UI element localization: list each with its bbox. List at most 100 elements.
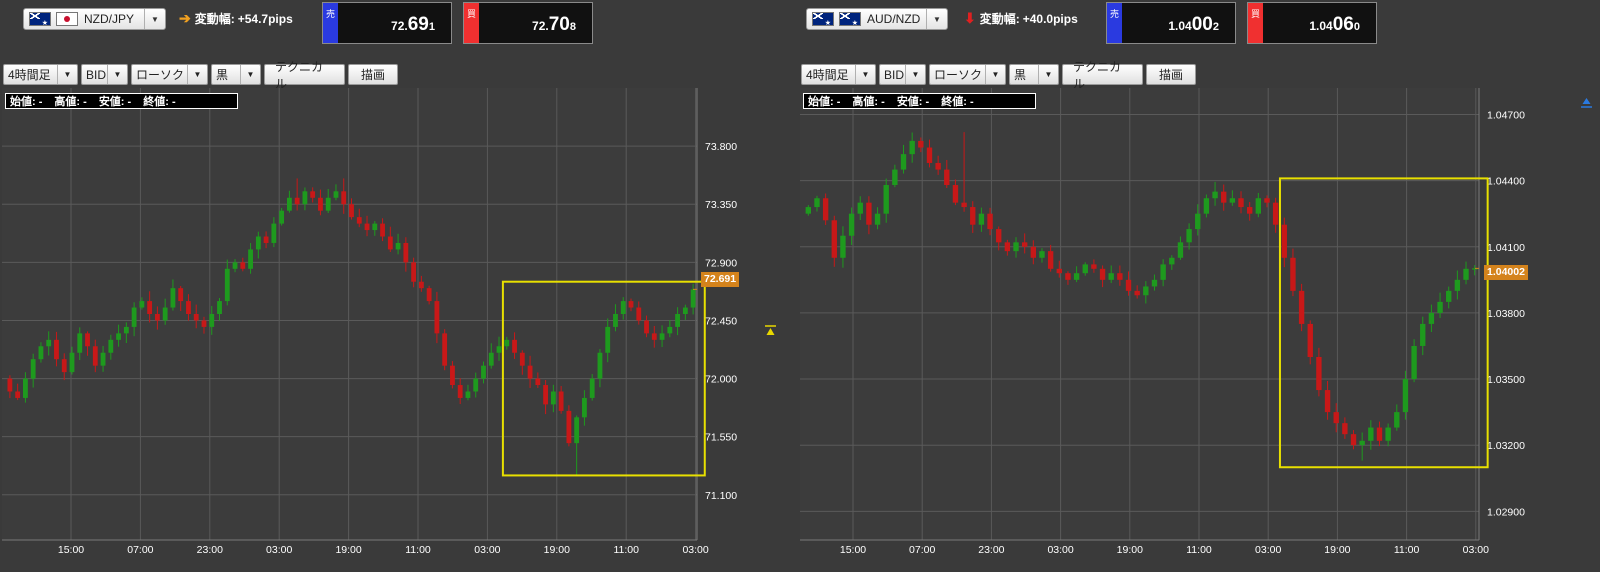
open-readout: 始値: - bbox=[10, 96, 43, 108]
chart-type-select[interactable]: ローソク ▼ bbox=[929, 64, 1006, 85]
chart-type-select[interactable]: ローソク ▼ bbox=[131, 64, 208, 85]
chart-panel-audnzd: AUD/NZD ▼ ⬇ 変動幅: +40.0pips 売 1.04002 買 1… bbox=[798, 0, 1600, 572]
down-candle bbox=[566, 405, 572, 447]
ohlc-readout: 始値: - 高値: - 安値: - 終値: - bbox=[5, 93, 238, 109]
au-flag-icon bbox=[812, 12, 834, 27]
candle-body bbox=[325, 197, 331, 211]
candle-body bbox=[1394, 412, 1400, 428]
candle-body bbox=[1221, 191, 1227, 203]
theme-select[interactable]: 黒 ▼ bbox=[1009, 64, 1059, 85]
candle-body bbox=[186, 301, 191, 314]
candle-body bbox=[372, 223, 378, 231]
candle-body bbox=[1238, 198, 1244, 208]
candle-body bbox=[349, 204, 354, 218]
candle-body bbox=[605, 326, 611, 353]
y-tick-label: 72.000 bbox=[705, 374, 737, 386]
candle-body bbox=[1454, 279, 1461, 291]
candle-body bbox=[302, 191, 308, 205]
candlestick-chart[interactable]: 1.04700 1.04400 1.04100 1.03800 1.03500 1.032… bbox=[798, 88, 1600, 572]
scroll-marker-icon[interactable] bbox=[765, 325, 776, 336]
candle-body bbox=[1402, 379, 1409, 413]
candle-body bbox=[926, 147, 933, 163]
candle-body bbox=[1039, 251, 1045, 258]
x-tick-label: 19:00 bbox=[1324, 544, 1350, 556]
candlestick-chart[interactable]: 73.800 73.350 72.900 72.450 72.000 71.550 71.1… bbox=[0, 88, 798, 572]
candle-body bbox=[1143, 286, 1149, 296]
candle-body bbox=[1030, 246, 1037, 258]
candle-body bbox=[582, 397, 587, 418]
candle-body bbox=[1082, 264, 1088, 274]
currency-pair-select[interactable]: NZD/JPY ▼ bbox=[23, 8, 166, 30]
chevron-down-icon: ▼ bbox=[1038, 65, 1058, 84]
candle-body bbox=[644, 320, 649, 334]
draw-button[interactable]: 描画 bbox=[348, 64, 398, 85]
candle-body bbox=[92, 346, 98, 366]
candle-body bbox=[61, 359, 67, 373]
candle-body bbox=[240, 262, 246, 269]
sell-price: 72.691 bbox=[391, 14, 435, 35]
chevron-down-icon[interactable]: ▼ bbox=[144, 9, 165, 29]
candle-body bbox=[814, 198, 820, 208]
candle-body bbox=[178, 288, 184, 302]
x-tick-label: 23:00 bbox=[978, 544, 1004, 556]
technical-button[interactable]: テクニカル bbox=[1062, 60, 1143, 91]
timeframe-select[interactable]: 4時間足 ▼ bbox=[801, 64, 876, 85]
y-tick-label: 1.02900 bbox=[1487, 506, 1525, 518]
candle-body bbox=[628, 301, 634, 308]
arrow-down-icon: ⬇ bbox=[964, 10, 976, 26]
candle-body bbox=[597, 352, 603, 379]
candle-body bbox=[341, 191, 347, 205]
candle-body bbox=[1203, 198, 1210, 214]
price-type-select[interactable]: BID ▼ bbox=[879, 64, 926, 85]
candle-body bbox=[519, 352, 525, 366]
currency-pair-select[interactable]: AUD/NZD ▼ bbox=[806, 8, 948, 30]
draw-button[interactable]: 描画 bbox=[1146, 64, 1196, 85]
plot-area bbox=[2, 88, 697, 540]
candle-body bbox=[1385, 427, 1391, 441]
candle-body bbox=[294, 197, 300, 205]
x-tick-label: 03:00 bbox=[266, 544, 292, 556]
candle-body bbox=[85, 333, 90, 347]
chevron-down-icon: ▼ bbox=[187, 65, 207, 84]
candle-body bbox=[418, 281, 424, 289]
candle-body bbox=[1177, 242, 1184, 258]
candle-body bbox=[7, 378, 13, 392]
buy-quote-button[interactable]: 買 72.708 bbox=[463, 2, 593, 44]
timeframe-select[interactable]: 4時間足 ▼ bbox=[3, 64, 78, 85]
candle-body bbox=[978, 213, 985, 225]
x-tick-label: 15:00 bbox=[840, 544, 866, 556]
nz-flag-icon bbox=[839, 12, 861, 27]
candle-body bbox=[1411, 345, 1417, 380]
candle-body bbox=[1229, 198, 1236, 203]
chevron-down-icon: ▼ bbox=[855, 65, 875, 84]
theme-select[interactable]: 黒 ▼ bbox=[211, 64, 261, 85]
candle-body bbox=[883, 185, 889, 214]
x-tick-label: 23:00 bbox=[197, 544, 223, 556]
y-tick-label: 73.800 bbox=[705, 141, 737, 153]
candle-body bbox=[987, 213, 993, 230]
candle-body bbox=[1307, 323, 1313, 357]
candle-body bbox=[1125, 279, 1132, 291]
sell-label: 売 bbox=[1107, 3, 1122, 43]
candle-body bbox=[193, 314, 199, 321]
candle-body bbox=[1117, 273, 1123, 280]
candle-body bbox=[805, 207, 812, 214]
candle-body bbox=[857, 202, 863, 214]
candle-body bbox=[481, 365, 486, 379]
candle-body bbox=[279, 210, 285, 224]
sell-quote-button[interactable]: 売 1.04002 bbox=[1106, 2, 1236, 44]
x-tick-label: 11:00 bbox=[405, 544, 431, 556]
buy-quote-button[interactable]: 買 1.04060 bbox=[1247, 2, 1377, 44]
candle-body bbox=[457, 385, 463, 398]
x-tick-label: 03:00 bbox=[474, 544, 500, 556]
candle-body bbox=[1004, 242, 1011, 252]
candle-body bbox=[286, 197, 292, 211]
technical-button[interactable]: テクニカル bbox=[264, 60, 345, 91]
candle-body bbox=[558, 391, 564, 411]
candle-body bbox=[1246, 207, 1253, 214]
sell-quote-button[interactable]: 売 72.691 bbox=[322, 2, 452, 44]
chevron-down-icon[interactable]: ▼ bbox=[926, 9, 947, 29]
scroll-marker-icon[interactable] bbox=[1581, 97, 1592, 108]
price-type-select[interactable]: BID ▼ bbox=[81, 64, 128, 85]
current-price-tag: 1.04002 bbox=[1484, 265, 1528, 280]
